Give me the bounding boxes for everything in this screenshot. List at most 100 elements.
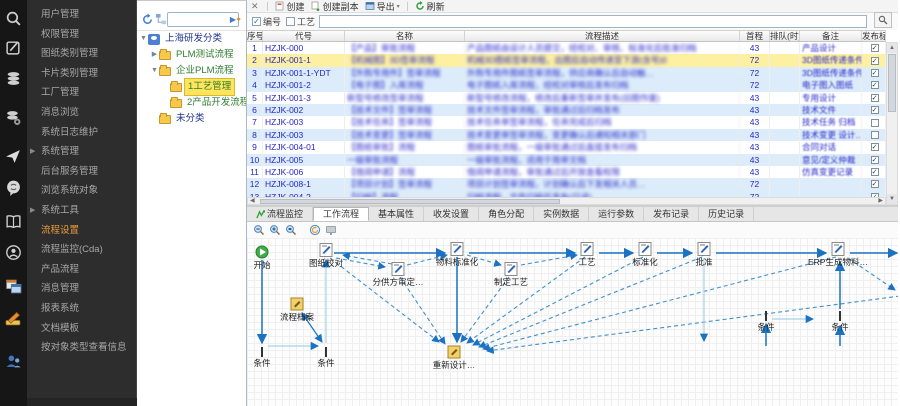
sidebar-item-11[interactable]: ▶系统工具	[27, 201, 136, 221]
zoom-fit-icon[interactable]	[285, 224, 297, 236]
approve-node[interactable]: 批准	[695, 243, 713, 268]
send-icon[interactable]	[4, 147, 23, 166]
horizontal-scroll-thumb[interactable]	[260, 199, 560, 205]
sidebar-item-3[interactable]: 图纸类别管理	[27, 44, 136, 64]
tree-node-1[interactable]: ▼上海研发分类	[137, 31, 246, 47]
column-header-流程描述[interactable]: 流程描述	[465, 31, 740, 41]
sidebar-item-10[interactable]: 浏览系统对象	[27, 181, 136, 201]
column-header-首程[interactable]: 首程	[740, 31, 770, 41]
sidebar-item-12[interactable]: 流程设置	[27, 221, 136, 241]
workflow-diagram-canvas[interactable]: 开始图纸校对分供方审定…物料标准化制定工艺工艺标准化批准ERP生成物料…流程档案…	[247, 238, 900, 406]
scroll-right-icon[interactable]: ▶	[878, 198, 883, 205]
publish-flag-checkbox[interactable]	[871, 143, 879, 151]
filter-code-checkbox[interactable]	[252, 17, 261, 26]
tree-twisty-icon[interactable]: ▶	[150, 47, 159, 63]
zoom-out-icon[interactable]	[253, 224, 265, 236]
tree-node-4[interactable]: 1工艺管理	[137, 79, 246, 95]
support-icon[interactable]	[4, 243, 23, 262]
tab-工作流程[interactable]: 工作流程	[313, 207, 369, 221]
standardize-node[interactable]: 标准化	[632, 243, 658, 268]
sidebar-item-14[interactable]: 产品流程	[27, 260, 136, 280]
search-icon[interactable]	[4, 9, 23, 28]
tab-实例数据[interactable]: 实例数据	[534, 207, 589, 221]
column-header-序号[interactable]: 序号	[247, 31, 263, 41]
publish-flag-checkbox[interactable]	[871, 44, 879, 52]
tree-search-filter-icon[interactable]: ✦	[235, 15, 242, 24]
tab-历史记录[interactable]: 历史记录	[699, 207, 754, 221]
publish-flag-checkbox[interactable]	[871, 81, 879, 89]
refresh-button[interactable]: 刷新	[412, 0, 448, 13]
start-node[interactable]: 开始	[253, 246, 271, 270]
tree-node-3[interactable]: ▼企业PLM流程	[137, 63, 246, 79]
archive-node[interactable]: 流程档案	[280, 298, 315, 322]
database-settings-icon[interactable]	[4, 108, 23, 127]
export-button[interactable]: 导出▾	[362, 0, 403, 13]
table-row[interactable]: 1HZJK-000【产品】审批流程产品图纸由设计人员提交，经校对、审核、标准化后…	[247, 42, 886, 54]
design-tools-icon[interactable]	[4, 310, 23, 329]
create-button[interactable]: 创建	[272, 0, 308, 13]
overview-icon[interactable]	[325, 224, 337, 236]
filter-process-checkbox[interactable]	[286, 17, 295, 26]
tree-node-2[interactable]: ▶PLM测试流程	[137, 47, 246, 63]
table-row[interactable]: 10HZJK-005一级审批流程一级审批流程，适用于简单文档43意见/定义仲裁	[247, 154, 886, 166]
process-node[interactable]: 工艺	[578, 243, 595, 268]
publish-flag-checkbox[interactable]	[871, 119, 879, 127]
tab-收发设置[interactable]: 收发设置	[424, 207, 479, 221]
sidebar-item-5[interactable]: 工厂管理	[27, 83, 136, 103]
message-icon[interactable]	[4, 178, 23, 197]
users-icon[interactable]	[4, 352, 23, 371]
create-copy-button[interactable]: 创建副本	[308, 0, 362, 13]
sidebar-item-7[interactable]: 系统日志维护	[27, 123, 136, 143]
table-row[interactable]: 2HZJK-001-1【机械图】3D签审流程机械3D图纸签审流程，出图后自动传递…	[247, 54, 886, 66]
database-icon[interactable]	[4, 69, 23, 88]
column-header-备注[interactable]: 备注	[800, 31, 862, 41]
table-row[interactable]: 6HZJK-002【技术文件】签审流程技术文件签审流程，审批通过后归档发布43技…	[247, 104, 886, 116]
tree-node-6[interactable]: 未分类	[137, 111, 246, 127]
sidebar-item-18[interactable]: 按对象类型查看信息	[27, 338, 136, 358]
publish-flag-checkbox[interactable]	[871, 94, 879, 102]
publish-flag-checkbox[interactable]	[871, 57, 879, 65]
tree-twisty-icon[interactable]: ▼	[150, 63, 159, 79]
condition2-node[interactable]: 条件	[317, 347, 335, 368]
table-row[interactable]: 9HZJK-004-01【图纸审批】流程图纸审批流程，一级审批通过后直接发布归档…	[247, 141, 886, 153]
publish-flag-checkbox[interactable]	[871, 168, 879, 176]
tab-发布记录[interactable]: 发布记录	[644, 207, 699, 221]
publish-flag-checkbox[interactable]	[871, 131, 879, 139]
horizontal-scrollbar[interactable]: ◀ ▶	[247, 197, 886, 205]
publish-flag-checkbox[interactable]	[871, 106, 879, 114]
table-row[interactable]: 11HZJK-006【借阅申请】流程借阅申请流程，审批通过后开放查看权限43仿真…	[247, 166, 886, 178]
condition1-node[interactable]: 条件	[253, 347, 271, 368]
publish-flag-checkbox[interactable]	[871, 156, 879, 164]
table-row[interactable]: 5HZJK-001-3新型号修改签审流程新型号修改流程，修改后重新签审并发布(旧…	[247, 92, 886, 104]
sidebar-item-13[interactable]: 流程监控(Cda)	[27, 240, 136, 260]
condition4-node[interactable]: 条件	[831, 311, 849, 332]
table-row[interactable]: 8HZJK-003【技术变更】签审流程技术变更单签审流程，变更确认后通知相关部门…	[247, 129, 886, 141]
column-header-代号[interactable]: 代号	[263, 31, 345, 41]
close-icon[interactable]: ✕	[247, 1, 263, 12]
tree-node-5[interactable]: 2产品开发流程	[137, 95, 246, 111]
vertical-scrollbar[interactable]: ▲ ▼	[886, 42, 898, 205]
sidebar-item-4[interactable]: 卡片类别管理	[27, 64, 136, 84]
tree-search-input[interactable]	[167, 12, 239, 27]
edit-icon[interactable]	[4, 38, 23, 57]
sidebar-item-16[interactable]: 报表系统	[27, 299, 136, 319]
tab-流程监控[interactable]: 流程监控	[247, 207, 313, 221]
redesign-node[interactable]: 重新设计…	[433, 346, 476, 370]
tab-基本属性[interactable]: 基本属性	[369, 207, 424, 221]
erp-node[interactable]: ERP生成物料…	[808, 243, 868, 268]
vertical-scroll-thumb[interactable]	[888, 54, 896, 112]
table-search-button[interactable]	[874, 12, 892, 28]
sidebar-item-8[interactable]: ▶系统管理	[27, 142, 136, 162]
column-header-发布标记[interactable]: 发布标记	[862, 31, 886, 41]
table-row[interactable]: 12HZJK-008-1【项目计划】签审流程项目计划签审流程，计划确认后下发相关…	[247, 178, 886, 190]
column-header-排队(时)[interactable]: 排队(时)	[770, 31, 800, 41]
sidebar-item-17[interactable]: 文档模板	[27, 319, 136, 339]
scroll-left-icon[interactable]: ◀	[250, 198, 255, 205]
proofread-node[interactable]: 图纸校对	[309, 244, 344, 269]
tree-refresh-icon[interactable]	[141, 13, 154, 26]
sidebar-item-6[interactable]: 消息浏览	[27, 103, 136, 123]
scroll-up-icon[interactable]: ▲	[887, 43, 897, 53]
tab-角色分配[interactable]: 角色分配	[479, 207, 534, 221]
table-row[interactable]: 4HZJK-001-2【电子图】入库流程电子图纸入库流程，经校对审核后发布归档7…	[247, 79, 886, 91]
publish-flag-checkbox[interactable]	[871, 69, 879, 77]
